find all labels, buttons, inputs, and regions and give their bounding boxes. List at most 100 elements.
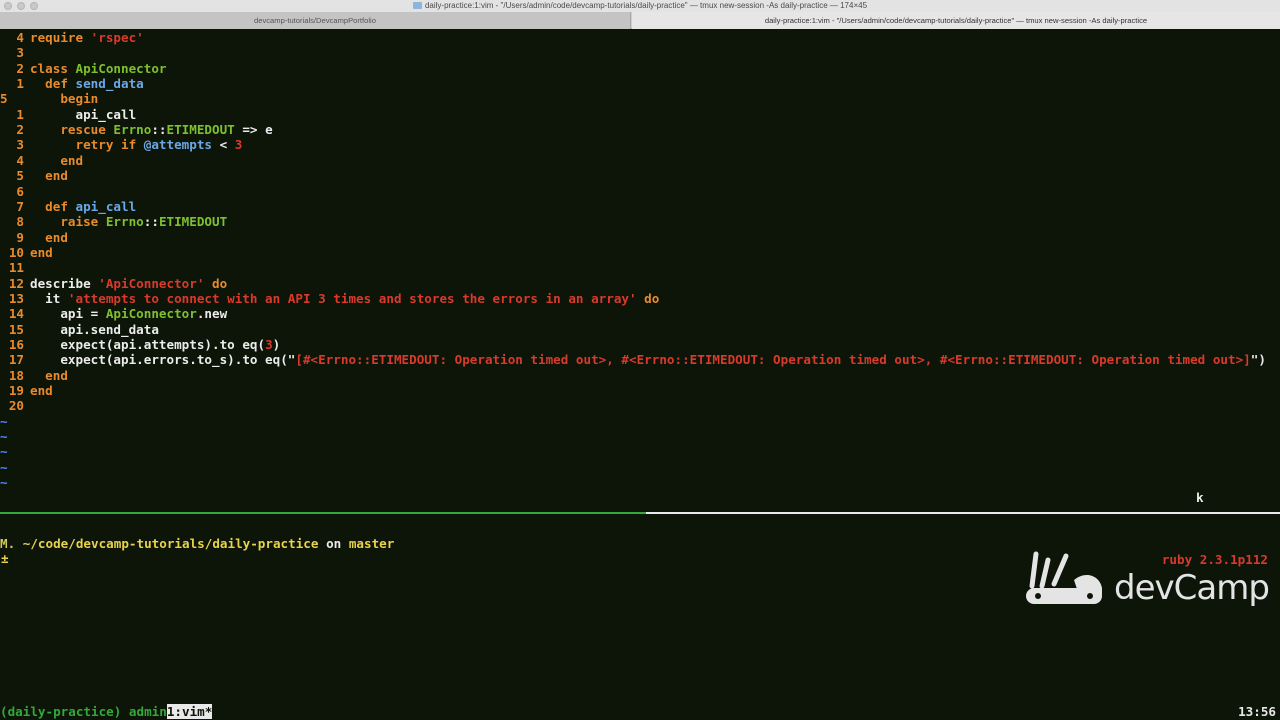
prompt-on: on xyxy=(326,536,342,551)
code-token: expect(api.errors.to_s).to eq(" xyxy=(60,352,296,368)
line-number: 5 xyxy=(0,91,8,107)
code-token: @attempts xyxy=(143,137,212,153)
tmux-session-name: (daily-practice) xyxy=(0,704,122,719)
line-number: 14 xyxy=(8,306,24,322)
vim-editor-pane[interactable]: k 4 require 'rspec' 3 2 class ApiConnector 1 … xyxy=(0,30,1280,514)
tab-label: devcamp-tutorials/DevcampPortfolio xyxy=(254,16,376,25)
tab-daily-practice[interactable]: daily-practice:1:vim - "/Users/admin/cod… xyxy=(632,12,1280,29)
code-token: end xyxy=(45,168,68,184)
code-line[interactable]: 12 describe 'ApiConnector' do xyxy=(0,276,1280,291)
logo-text: devCamp xyxy=(1114,568,1270,608)
code-line[interactable]: 10 end xyxy=(0,245,1280,260)
code-text: end xyxy=(30,383,53,398)
tab-bar: devcamp-tutorials/DevcampPortfolio daily… xyxy=(0,12,1280,29)
code-line[interactable]: 16 expect(api.attempts).to eq(3) xyxy=(0,337,1280,352)
code-text: end xyxy=(30,245,53,260)
code-text: class ApiConnector xyxy=(30,61,167,76)
code-text: require 'rspec' xyxy=(30,30,144,45)
code-line[interactable]: 15 api.send_data xyxy=(0,322,1280,337)
code-line[interactable]: 19 end xyxy=(0,383,1280,398)
code-token: expect(api.attempts).to eq( xyxy=(60,337,266,352)
code-token: api = xyxy=(60,306,106,322)
code-line[interactable]: 17 expect(api.errors.to_s).to eq("[#<Err… xyxy=(0,352,1280,367)
code-token: 3 xyxy=(234,137,243,153)
code-token: end xyxy=(30,244,53,260)
prompt-symbol: ± xyxy=(1,551,9,566)
line-number: 18 xyxy=(8,367,24,383)
code-token: ETIMEDOUT xyxy=(166,122,235,138)
code-line[interactable]: 1 api_call xyxy=(0,107,1280,122)
line-number: 2 xyxy=(16,122,24,138)
line-number: 13 xyxy=(8,290,24,306)
code-text: end xyxy=(30,368,68,383)
line-number: 12 xyxy=(8,275,24,291)
code-text: expect(api.attempts).to eq(3) xyxy=(30,337,280,352)
code-token: 'rspec' xyxy=(90,30,144,45)
code-token: send_data xyxy=(75,76,144,92)
code-line[interactable]: 7 def api_call xyxy=(0,199,1280,214)
code-text: it 'attempts to connect with an API 3 ti… xyxy=(30,291,659,306)
code-token: require xyxy=(30,30,91,45)
code-token: api.send_data xyxy=(60,321,159,337)
line-number: 4 xyxy=(16,152,24,168)
code-token: raise xyxy=(60,214,106,230)
line-number: 19 xyxy=(8,383,24,399)
code-token: end xyxy=(45,367,68,383)
code-line[interactable]: 1 def send_data xyxy=(0,76,1280,91)
code-line[interactable]: 8 raise Errno::ETIMEDOUT xyxy=(0,214,1280,229)
code-token: end xyxy=(60,152,84,168)
tmux-clock: 13:56 xyxy=(1238,704,1276,719)
code-token: [#<Errno::ETIMEDOUT: Operation timed out… xyxy=(295,352,1251,368)
code-line[interactable]: 14 api = ApiConnector.new xyxy=(0,306,1280,321)
code-line[interactable]: 18 end xyxy=(0,368,1280,383)
tab-devcamp-portfolio[interactable]: devcamp-tutorials/DevcampPortfolio xyxy=(0,12,631,29)
active-pane-divider[interactable] xyxy=(0,512,646,514)
code-text: begin xyxy=(30,91,98,106)
code-line[interactable]: 2 rescue Errno::ETIMEDOUT => e xyxy=(0,122,1280,137)
code-line[interactable]: 11 xyxy=(0,260,1280,275)
code-text: end xyxy=(30,168,68,183)
code-text: def api_call xyxy=(30,199,136,214)
tmux-status-bar: (daily-practice) admin1:vim* 13:56 xyxy=(0,704,1280,720)
code-line[interactable]: 4 end xyxy=(0,153,1280,168)
code-line[interactable]: 13 it 'attempts to connect with an API 3… xyxy=(0,291,1280,306)
code-token: api_call xyxy=(75,106,137,122)
code-line[interactable]: 4 require 'rspec' xyxy=(0,30,1280,45)
line-number: 9 xyxy=(16,229,24,245)
code-token: do xyxy=(636,290,660,306)
code-token: def xyxy=(45,198,76,214)
git-status: M. xyxy=(0,536,16,551)
shell-prompt: M. ~/code/devcamp-tutorials/daily-practi… xyxy=(0,536,394,551)
code-line[interactable]: 9 end xyxy=(0,230,1280,245)
code-line[interactable]: 5 end xyxy=(0,168,1280,183)
tmux-user: admin xyxy=(128,704,167,719)
code-line[interactable]: 3 xyxy=(0,45,1280,60)
code-token: rescue xyxy=(60,122,114,138)
code-token: => e xyxy=(234,122,273,138)
code-line[interactable]: 5 begin xyxy=(0,91,1280,106)
line-number: 2 xyxy=(16,60,24,76)
code-line[interactable]: 3 retry if @attempts < 3 xyxy=(0,137,1280,152)
pane-divider[interactable] xyxy=(646,512,1280,514)
empty-line-marker: ~ xyxy=(0,475,8,491)
tmux-window-vim[interactable]: 1:vim* xyxy=(166,704,213,719)
code-token: Errno xyxy=(105,214,144,230)
code-token: end xyxy=(30,383,53,399)
empty-line-marker: ~ xyxy=(0,413,8,429)
code-token: api_call xyxy=(75,198,137,214)
code-token: class xyxy=(30,60,76,76)
window-title-bar: daily-practice:1:vim - "/Users/admin/cod… xyxy=(0,0,1280,12)
code-line[interactable]: 2 class ApiConnector xyxy=(0,61,1280,76)
line-number: 10 xyxy=(8,244,24,260)
code-line[interactable]: 20 xyxy=(0,398,1280,413)
code-text: rescue Errno::ETIMEDOUT => e xyxy=(30,122,273,138)
code-line[interactable]: 6 xyxy=(0,184,1280,199)
code-token: end xyxy=(45,229,68,245)
